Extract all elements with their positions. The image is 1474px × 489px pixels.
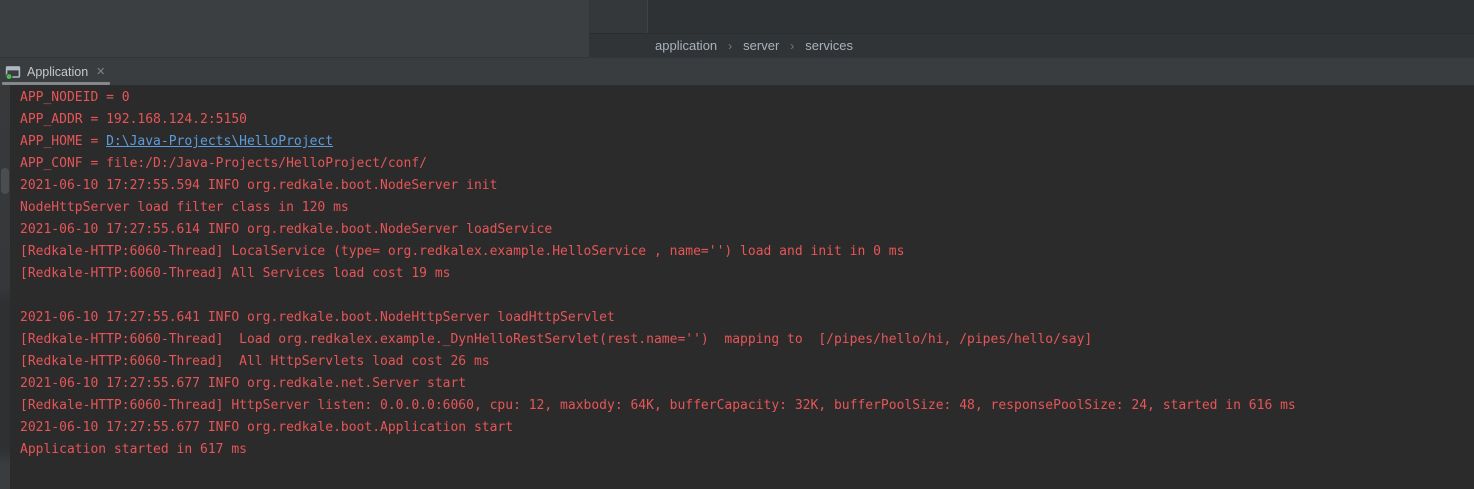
console-line: [Redkale-HTTP:6060-Thread] LocalService … (20, 241, 1296, 263)
run-console-icon (5, 64, 21, 80)
console-scrollbar-thumb[interactable] (1, 168, 9, 194)
console-line: 2021-06-10 17:27:55.677 INFO org.redkale… (20, 417, 1296, 439)
editor-empty-panel (0, 0, 589, 57)
navbar-spacer (589, 0, 647, 33)
console-output[interactable]: APP_NODEID = 0APP_ADDR = 192.168.124.2:5… (0, 85, 1474, 489)
console-line: APP_ADDR = 192.168.124.2:5150 (20, 109, 1296, 131)
console-line: [Redkale-HTTP:6060-Thread] Load org.redk… (20, 329, 1296, 351)
console-scrollbar-track[interactable] (0, 85, 10, 489)
console-lines: APP_NODEID = 0APP_ADDR = 192.168.124.2:5… (20, 87, 1296, 461)
console-line: APP_NODEID = 0 (20, 87, 1296, 109)
console-line: [Redkale-HTTP:6060-Thread] All HttpServl… (20, 351, 1296, 373)
console-line: [Redkale-HTTP:6060-Thread] HttpServer li… (20, 395, 1296, 417)
console-line: APP_CONF = file:/D:/Java-Projects/HelloP… (20, 153, 1296, 175)
console-line: APP_HOME = D:\Java-Projects\HelloProject (20, 131, 1296, 153)
console-line: 2021-06-10 17:27:55.614 INFO org.redkale… (20, 219, 1296, 241)
console-line (20, 285, 1296, 307)
chevron-right-icon: › (728, 39, 732, 53)
navbar-background (647, 0, 1474, 33)
console-line: 2021-06-10 17:27:55.641 INFO org.redkale… (20, 307, 1296, 329)
chevron-right-icon: › (790, 39, 794, 53)
console-line: Application started in 617 ms (20, 439, 1296, 461)
breadcrumb-item-server[interactable]: server (743, 38, 779, 53)
breadcrumb-item-application[interactable]: application (655, 38, 717, 53)
console-line: NodeHttpServer load filter class in 120 … (20, 197, 1296, 219)
close-icon[interactable]: ✕ (96, 65, 105, 78)
ide-window: application › server › services Application … (0, 0, 1474, 489)
console-line: 2021-06-10 17:27:55.677 INFO org.redkale… (20, 373, 1296, 395)
console-line: [Redkale-HTTP:6060-Thread] All Services … (20, 263, 1296, 285)
tab-application[interactable]: Application ✕ (0, 58, 111, 85)
app-home-link[interactable]: D:\Java-Projects\HelloProject (106, 134, 333, 149)
run-toolwindow-tabbar: Application ✕ (0, 57, 1474, 85)
breadcrumb: application › server › services (589, 33, 1474, 57)
tab-label: Application (27, 65, 88, 79)
console-line: 2021-06-10 17:27:55.594 INFO org.redkale… (20, 175, 1296, 197)
breadcrumb-item-services[interactable]: services (805, 38, 853, 53)
